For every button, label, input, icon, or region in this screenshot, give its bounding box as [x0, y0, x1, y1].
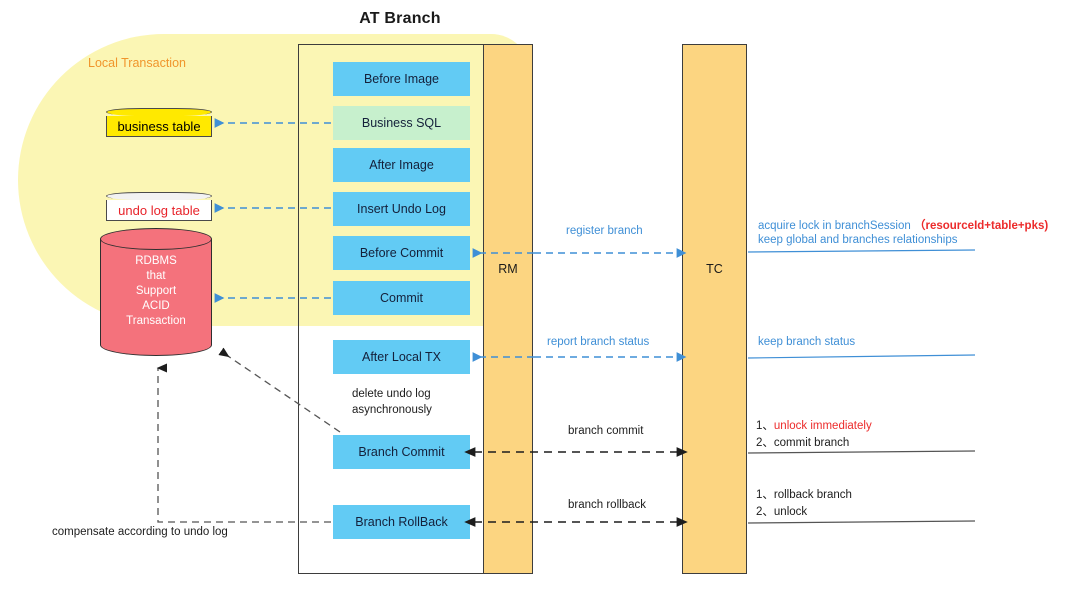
tc-underline-commit [747, 450, 976, 454]
undo-log-table-cylinder[interactable]: undo log table [106, 192, 212, 221]
rdbms-line-1: RDBMS [135, 255, 177, 267]
tc-note-rollback-2-num: 2、 [756, 506, 774, 518]
tc-column[interactable]: TC [682, 44, 747, 574]
tc-note-rollback-1-num: 1、 [756, 489, 774, 501]
business-table-label: business table [106, 116, 212, 137]
undo-log-table-label: undo log table [106, 200, 212, 221]
tc-note-keep-relationships: keep global and branches relationships [758, 234, 958, 246]
rdbms-line-3: Support [135, 285, 177, 297]
step-business-sql[interactable]: Business SQL [333, 106, 470, 140]
step-commit[interactable]: Commit [333, 281, 470, 315]
tc-note-commit-1: 1、unlock immediately [756, 418, 872, 434]
tc-underline-status [747, 354, 976, 359]
tc-note-acquire-lock-prefix: acquire lock in branchSession [758, 220, 911, 232]
rdbms-line-2: that [146, 270, 166, 282]
tc-note-commit-1-text: unlock immediately [773, 420, 872, 432]
tc-label: TC [706, 262, 723, 276]
tc-note-rollback-2: 2、unlock [756, 504, 807, 520]
step-after-image[interactable]: After Image [333, 148, 470, 182]
tc-underline-rollback [747, 520, 976, 524]
tc-note-acquire-lock-key: （resourceId+table+pks) [913, 220, 1049, 232]
diagram-canvas: AT Branch Local Transaction RM TC Before… [0, 0, 1080, 608]
step-insert-undo-log[interactable]: Insert Undo Log [333, 192, 470, 226]
undo-log-table-cylinder-top [106, 192, 212, 200]
annotation-delete-undo-log-line1: delete undo log [352, 388, 431, 400]
label-branch-rollback: branch rollback [568, 499, 646, 511]
tc-note-commit-1-num: 1、 [756, 420, 774, 432]
step-before-image[interactable]: Before Image [333, 62, 470, 96]
tc-note-rollback-1-text: rollback branch [773, 489, 852, 501]
annotation-delete-undo-log-line2: asynchronously [352, 404, 432, 416]
tc-note-rollback-2-text: unlock [773, 506, 808, 518]
tc-note-rollback-1: 1、rollback branch [756, 487, 852, 503]
step-after-local-tx[interactable]: After Local TX [333, 340, 470, 374]
step-branch-commit[interactable]: Branch Commit [333, 435, 470, 469]
rdbms-cylinder[interactable]: RDBMS that Support ACID Transaction [100, 228, 212, 356]
step-before-commit[interactable]: Before Commit [333, 236, 470, 270]
tc-note-acquire-lock: acquire lock in branchSession （resourceI… [758, 218, 1078, 234]
tc-note-keep-branch-status: keep branch status [758, 336, 856, 348]
label-branch-commit: branch commit [568, 425, 644, 437]
local-transaction-label: Local Transaction [88, 56, 186, 70]
annotation-delete-undo-log: delete undo log asynchronously [352, 386, 432, 418]
business-table-cylinder[interactable]: business table [106, 108, 212, 137]
tc-underline-register [747, 249, 976, 253]
page-title: AT Branch [0, 10, 1080, 28]
rdbms-line-5: Transaction [126, 315, 186, 327]
tc-note-commit-2-text: commit branch [773, 437, 850, 449]
rdbms-line-4: ACID [142, 300, 170, 312]
rdbms-label: RDBMS that Support ACID Transaction [100, 254, 212, 329]
label-register-branch: register branch [566, 225, 643, 237]
tc-note-commit-2-num: 2、 [756, 437, 774, 449]
step-branch-rollback[interactable]: Branch RollBack [333, 505, 470, 539]
rdbms-cylinder-top [100, 228, 212, 250]
tc-note-commit-2: 2、commit branch [756, 435, 849, 451]
page-title-text: AT Branch [359, 10, 441, 27]
business-table-cylinder-top [106, 108, 212, 116]
annotation-compensate: compensate according to undo log [52, 526, 228, 538]
rm-label: RM [498, 262, 518, 276]
rm-column[interactable]: RM [483, 44, 533, 574]
label-report-branch-status: report branch status [547, 336, 650, 348]
